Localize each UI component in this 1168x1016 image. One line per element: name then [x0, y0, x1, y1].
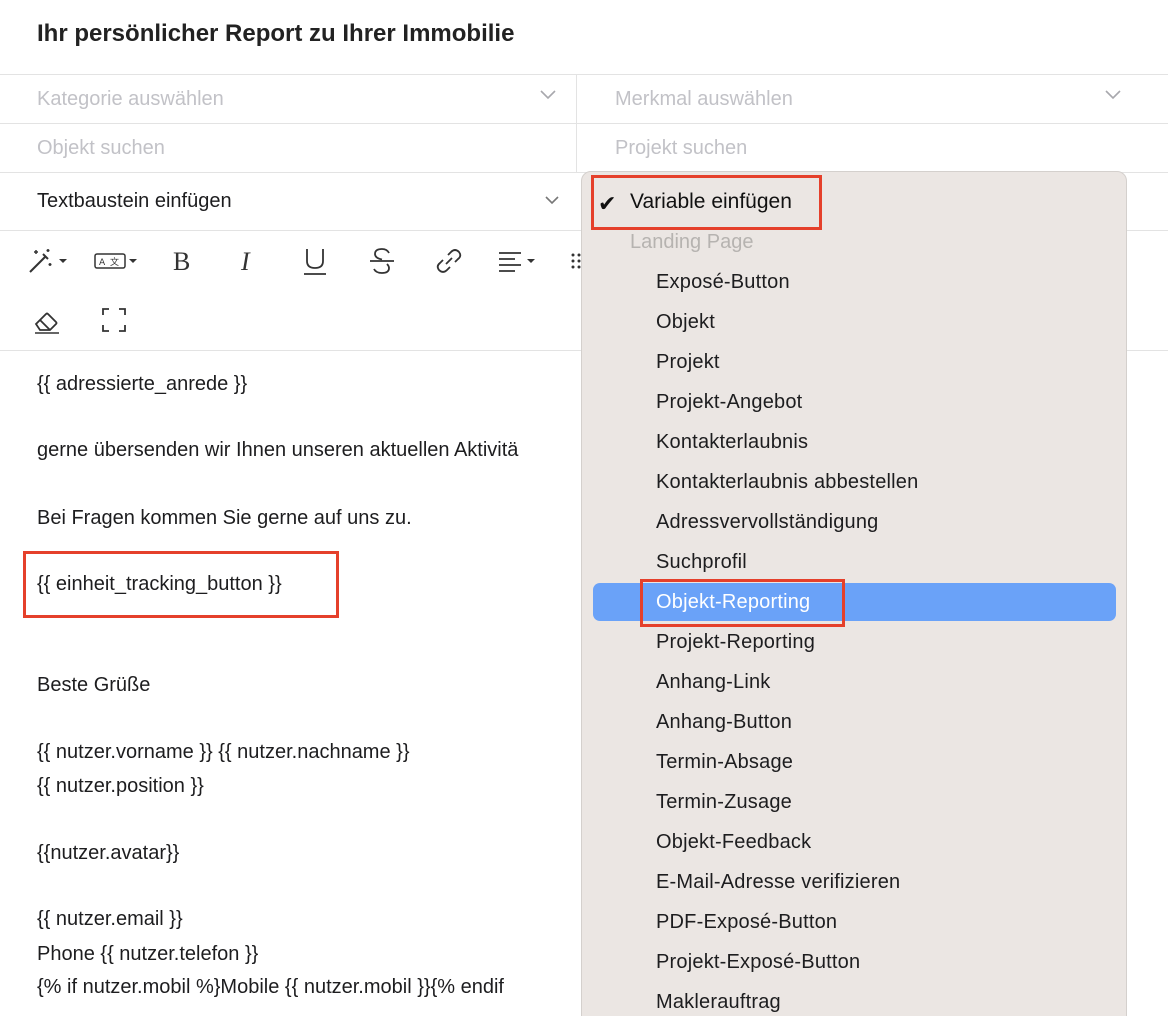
dropdown-item[interactable]: Kontakterlaubnis abbestellen	[656, 471, 918, 494]
divider	[0, 74, 1168, 75]
bold-icon[interactable]: B	[168, 246, 196, 276]
editor-text-line[interactable]: gerne übersenden wir Ihnen unseren aktue…	[37, 439, 518, 462]
merkmal-select[interactable]: Merkmal auswählen	[615, 88, 793, 111]
dropdown-item[interactable]: Projekt-Exposé-Button	[656, 951, 860, 974]
dropdown-item[interactable]: E-Mail-Adresse verifizieren	[656, 871, 900, 894]
align-icon[interactable]	[497, 246, 543, 276]
editor-text-line[interactable]: Phone {{ nutzer.telefon }}	[37, 943, 258, 966]
divider	[0, 123, 1168, 124]
magic-wand-icon[interactable]	[26, 246, 72, 276]
svg-text:A: A	[99, 258, 106, 268]
svg-text:I: I	[240, 247, 251, 276]
translate-icon[interactable]: A 文	[93, 246, 139, 276]
editor-text-line[interactable]: Bei Fragen kommen Sie gerne auf uns zu.	[37, 507, 412, 530]
strikethrough-icon[interactable]	[367, 246, 397, 276]
svg-text:B: B	[173, 247, 190, 276]
chevron-down-icon	[545, 196, 559, 210]
annotation-highlight-box	[640, 579, 845, 627]
fullscreen-icon[interactable]	[100, 306, 128, 334]
dropdown-item[interactable]: Objekt-Feedback	[656, 831, 811, 854]
dropdown-item[interactable]: Projekt-Angebot	[656, 391, 802, 414]
dropdown-item[interactable]: Suchprofil	[656, 551, 747, 574]
annotation-highlight-box	[23, 551, 339, 618]
list-icon[interactable]	[568, 246, 582, 276]
editor-text-line[interactable]: {{ nutzer.vorname }} {{ nutzer.nachname …	[37, 741, 410, 764]
editor-text-line[interactable]: {{nutzer.avatar}}	[37, 842, 179, 865]
divider	[576, 74, 577, 172]
objekt-search-input[interactable]: Objekt suchen	[37, 137, 165, 160]
editor-text-line[interactable]: {{ adressierte_anrede }}	[37, 373, 247, 396]
dropdown-item[interactable]: PDF-Exposé-Button	[656, 911, 837, 934]
chevron-down-icon	[1105, 90, 1121, 104]
editor-text-line[interactable]: {{ nutzer.position }}	[37, 775, 204, 798]
chevron-down-icon	[540, 90, 556, 104]
link-icon[interactable]	[434, 246, 464, 276]
underline-icon[interactable]	[300, 246, 330, 276]
dropdown-item[interactable]: Projekt	[656, 351, 720, 374]
dropdown-item[interactable]: Projekt-Reporting	[656, 631, 815, 654]
kategorie-select[interactable]: Kategorie auswählen	[37, 88, 224, 111]
svg-text:文: 文	[110, 256, 119, 268]
italic-icon[interactable]: I	[234, 246, 262, 276]
dropdown-item[interactable]: Termin-Zusage	[656, 791, 792, 814]
editor-text-line[interactable]: Beste Grüße	[37, 674, 150, 697]
annotation-highlight-box	[591, 175, 822, 230]
dropdown-group-header: Landing Page	[630, 231, 754, 253]
dropdown-item[interactable]: Exposé-Button	[656, 271, 790, 294]
dropdown-item[interactable]: Termin-Absage	[656, 751, 793, 774]
dropdown-item[interactable]: Objekt	[656, 311, 715, 334]
page-title: Ihr persönlicher Report zu Ihrer Immobil…	[37, 20, 515, 47]
dropdown-item[interactable]: Adressvervollständigung	[656, 511, 879, 534]
projekt-search-input[interactable]: Projekt suchen	[615, 137, 747, 160]
dropdown-item[interactable]: Maklerauftrag	[656, 991, 781, 1014]
editor-text-line[interactable]: {% if nutzer.mobil %}Mobile {{ nutzer.mo…	[37, 976, 504, 999]
textbaustein-select[interactable]: Textbaustein einfügen	[37, 190, 232, 213]
editor-text-line[interactable]: {{ nutzer.email }}	[37, 908, 183, 931]
dropdown-item[interactable]: Kontakterlaubnis	[656, 431, 808, 454]
dropdown-item[interactable]: Anhang-Button	[656, 711, 792, 734]
eraser-icon[interactable]	[32, 306, 62, 336]
dropdown-item[interactable]: Anhang-Link	[656, 671, 771, 694]
